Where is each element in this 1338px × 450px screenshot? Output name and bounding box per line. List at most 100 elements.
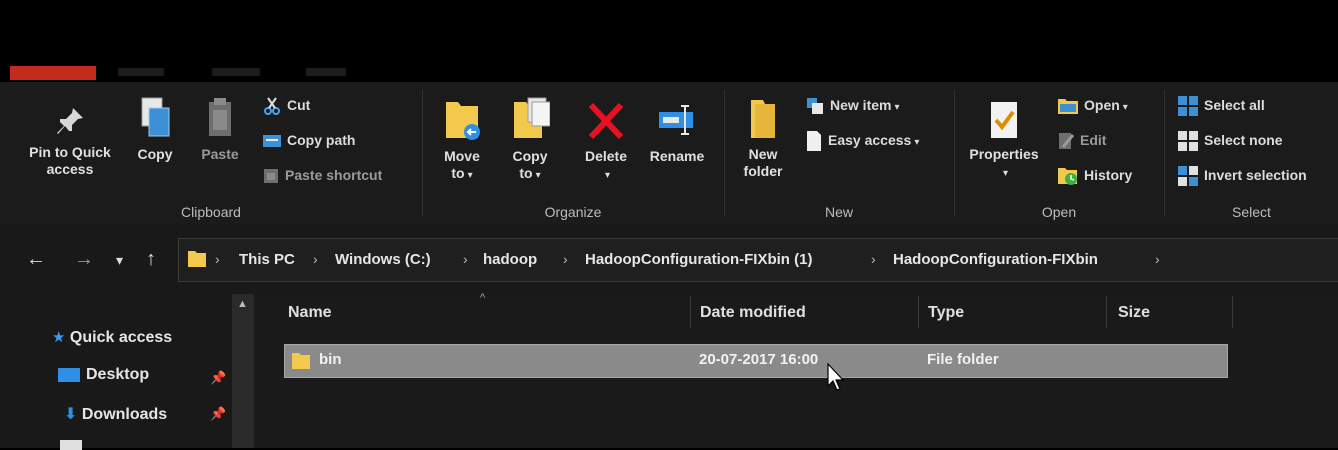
chevron-down-icon: ▾ — [1002, 168, 1009, 179]
history-button[interactable]: History — [1057, 164, 1132, 186]
back-arrow-icon[interactable]: ← — [26, 248, 46, 271]
open-button[interactable]: Open ▾ — [1057, 94, 1128, 116]
file-list: ^ Name Date modified Type Size bin 20-07… — [254, 292, 1338, 448]
column-header-type[interactable]: Type — [928, 304, 964, 322]
properties-button[interactable]: Properties ▾ — [961, 100, 1047, 182]
download-arrow-icon: ⬇ — [64, 406, 78, 423]
scissors-icon — [264, 97, 280, 116]
chevron-down-icon: ▾ — [467, 170, 473, 181]
column-header-date-modified[interactable]: Date modified — [700, 304, 806, 322]
recent-locations-chevron-icon[interactable]: ▾ — [116, 252, 123, 269]
column-divider[interactable] — [1232, 296, 1233, 328]
new-label: New — [824, 204, 853, 220]
delete-button[interactable]: Delete ▾ — [577, 100, 635, 184]
downloads-label: Downloads — [81, 406, 168, 423]
move-to-icon — [446, 102, 480, 140]
column-divider[interactable] — [1106, 296, 1107, 328]
tab-home[interactable] — [118, 68, 164, 76]
easy-access-button[interactable]: Easy access ▾ — [805, 129, 920, 152]
scroll-up-chevron-icon[interactable]: ▲ — [237, 298, 248, 310]
file-date-modified: 20-07-2017 16:00 — [699, 351, 819, 368]
new-folder-button[interactable]: New folder — [737, 98, 789, 180]
nav-downloads[interactable]: ⬇ Downloads — [64, 404, 167, 424]
select-none-button[interactable]: Select none — [1177, 129, 1283, 152]
open-group-label: Open — [1041, 204, 1077, 220]
chevron-down-icon: ▾ — [894, 102, 900, 113]
select-none-label: Select none — [1204, 132, 1283, 148]
tab-view[interactable] — [306, 68, 346, 76]
chevron-down-icon: ▾ — [914, 137, 920, 148]
paste-icon — [209, 98, 231, 136]
invert-selection-label: Invert selection — [1204, 167, 1307, 183]
breadcrumb-separator: › — [313, 251, 318, 267]
address-bar[interactable]: › This PC › Windows (C:) › hadoop › Hado… — [178, 238, 1338, 282]
breadcrumb-separator: › — [871, 251, 876, 267]
select-none-icon — [1178, 131, 1198, 152]
new-item-label: New item — [830, 97, 892, 113]
mouse-cursor-icon — [827, 362, 845, 391]
edit-button[interactable]: Edit — [1057, 129, 1106, 151]
forward-arrow-icon[interactable]: → — [74, 248, 94, 271]
copy-path-button[interactable]: Copy path — [262, 129, 355, 151]
select-group: Select all Select none Invert selection … — [1165, 82, 1338, 224]
chevron-down-icon: ▾ — [535, 170, 541, 181]
pin-label-line1: Pin to Quick — [29, 144, 111, 160]
nav-desktop[interactable]: Desktop — [58, 366, 149, 384]
file-type: File folder — [927, 351, 999, 368]
invert-selection-button[interactable]: Invert selection — [1177, 164, 1307, 187]
edit-icon — [1059, 133, 1075, 150]
pin-to-quick-access-button[interactable]: Pin to Quick access — [18, 104, 122, 178]
easy-access-label: Easy access — [828, 132, 912, 148]
new-item-button[interactable]: New item ▾ — [805, 94, 900, 116]
copy-label: Copy — [137, 146, 173, 162]
invert-selection-icon — [1178, 166, 1198, 187]
select-all-button[interactable]: Select all — [1177, 94, 1265, 117]
easy-access-icon — [807, 131, 821, 152]
move-to-button[interactable]: Move to ▾ — [435, 96, 489, 184]
rename-icon — [659, 105, 693, 135]
copy-path-icon — [263, 135, 281, 148]
breadcrumb-hadoop[interactable]: hadoop — [483, 251, 537, 268]
clipboard-label: Clipboard — [181, 204, 241, 220]
ribbon-tabs — [10, 66, 350, 80]
copy-to-button[interactable]: Copy to ▾ — [503, 96, 557, 184]
select-label: Select — [1232, 204, 1271, 220]
folder-icon — [751, 100, 775, 138]
pin-icon[interactable]: 📌 — [210, 370, 226, 386]
column-divider[interactable] — [690, 296, 691, 328]
navigation-scrollbar[interactable]: ▲ — [232, 294, 254, 448]
clipboard-group: Pin to Quick access Copy Paste Cut Copy … — [0, 82, 422, 224]
desktop-icon — [58, 367, 80, 382]
rename-button[interactable]: Rename — [645, 100, 709, 165]
breadcrumb-hadoop-config[interactable]: HadoopConfiguration-FIXbin — [893, 251, 1098, 268]
folder-icon — [188, 251, 206, 267]
quick-access-label: Quick access — [69, 329, 173, 346]
pin-icon[interactable]: 📌 — [210, 406, 226, 422]
desktop-label: Desktop — [86, 366, 150, 383]
move-to-label-line1: Move — [444, 148, 480, 164]
tab-file[interactable] — [10, 66, 96, 80]
nav-quick-access[interactable]: ★ Quick access — [52, 328, 172, 347]
paste-shortcut-button[interactable]: Paste shortcut — [262, 164, 382, 186]
paste-button[interactable]: Paste — [192, 96, 248, 163]
copy-to-icon — [514, 97, 550, 138]
paste-shortcut-icon — [264, 169, 278, 184]
history-icon — [1058, 168, 1077, 186]
cut-button[interactable]: Cut — [262, 94, 310, 116]
column-header-size[interactable]: Size — [1118, 304, 1150, 322]
column-divider[interactable] — [918, 296, 919, 328]
history-label: History — [1084, 167, 1133, 183]
address-bar-row: ← → ▾ ↑ › This PC › Windows (C:) › hadoo… — [0, 224, 1338, 294]
breadcrumb-hadoop-config-1[interactable]: HadoopConfiguration-FIXbin (1) — [585, 251, 812, 268]
breadcrumb-windows-c[interactable]: Windows (C:) — [335, 251, 431, 268]
open-folder-icon — [1058, 99, 1078, 115]
up-arrow-icon[interactable]: ↑ — [146, 248, 156, 271]
new-folder-label-line2: folder — [743, 163, 783, 179]
breadcrumb-separator: › — [215, 251, 220, 267]
column-header-name[interactable]: Name — [288, 304, 332, 322]
copy-button[interactable]: Copy — [130, 96, 180, 163]
tab-share[interactable] — [212, 68, 260, 76]
table-row[interactable]: bin 20-07-2017 16:00 File folder — [284, 344, 1228, 378]
new-folder-label-line1: New — [748, 146, 778, 162]
breadcrumb-this-pc[interactable]: This PC — [239, 251, 295, 268]
